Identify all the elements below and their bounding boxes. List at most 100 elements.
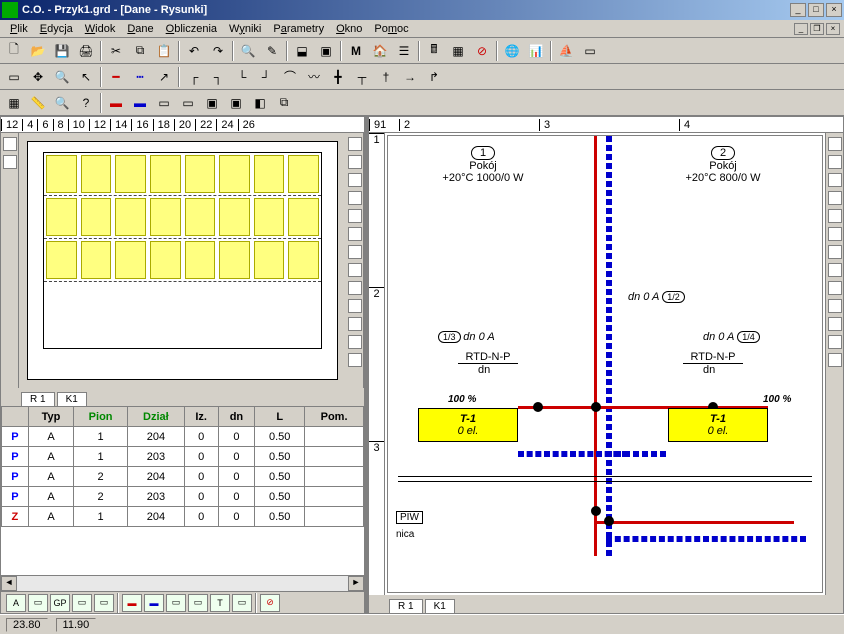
pair6-icon[interactable]: ▣ <box>225 92 247 114</box>
draw-area[interactable]: 123 1 Pokój +20°C 1000/0 W 2 Pokój +20°C… <box>369 133 843 595</box>
find-icon[interactable]: M <box>345 40 367 62</box>
bb2[interactable]: ▭ <box>28 594 48 612</box>
pipe-bottom-red[interactable] <box>594 521 794 524</box>
pair1-icon[interactable]: ▬ <box>105 92 127 114</box>
zoom-icon[interactable]: 🔍 <box>237 40 259 62</box>
bb6[interactable]: ▬ <box>122 594 142 612</box>
line-red-icon[interactable]: ━ <box>105 66 127 88</box>
tool-b[interactable]: ▣ <box>315 40 337 62</box>
radiator-1[interactable]: T-10 el. <box>418 408 518 442</box>
help-icon[interactable]: ? <box>75 92 97 114</box>
vr12[interactable] <box>348 335 362 349</box>
paste-icon[interactable]: 📋 <box>153 40 175 62</box>
vtool-2[interactable] <box>3 155 17 169</box>
dvr11[interactable] <box>828 317 842 331</box>
dvr1[interactable] <box>828 137 842 151</box>
open-icon[interactable]: 📂 <box>27 40 49 62</box>
menu-okno[interactable]: Okno <box>330 22 368 36</box>
zoomfit-icon[interactable]: 🔍 <box>51 92 73 114</box>
table-scrollbar[interactable]: ◄► <box>1 575 364 591</box>
list-icon[interactable]: ☰ <box>393 40 415 62</box>
elbow4-icon[interactable]: ┘ <box>255 66 277 88</box>
ship-icon[interactable]: ⛵ <box>555 40 577 62</box>
branch-icon[interactable]: ↱ <box>423 66 445 88</box>
table-row[interactable]: PA2203000.50 <box>2 487 364 507</box>
line-blue-icon[interactable]: ┅ <box>129 66 151 88</box>
vr2[interactable] <box>348 155 362 169</box>
elbow3-icon[interactable]: └ <box>231 66 253 88</box>
dvr7[interactable] <box>828 245 842 259</box>
pointer-icon[interactable]: ↖ <box>75 66 97 88</box>
cross-icon[interactable]: † <box>375 66 397 88</box>
dvr10[interactable] <box>828 299 842 313</box>
maximize-button[interactable]: □ <box>808 3 824 17</box>
tool-a[interactable]: ⬓ <box>291 40 313 62</box>
vr7[interactable] <box>348 245 362 259</box>
elbow1-icon[interactable]: ┌ <box>183 66 205 88</box>
calc-icon[interactable]: 🖩 <box>423 40 445 62</box>
table-row[interactable]: PA1204000.50 <box>2 427 364 447</box>
dvr4[interactable] <box>828 191 842 205</box>
menu-plik[interactable]: Plik <box>4 22 34 36</box>
vr13[interactable] <box>348 353 362 367</box>
node-bottom1[interactable] <box>591 506 601 516</box>
copy-icon[interactable]: ⧉ <box>129 40 151 62</box>
plan-icon[interactable]: ▭ <box>579 40 601 62</box>
move-icon[interactable]: ✥ <box>27 66 49 88</box>
minimize-button[interactable]: _ <box>790 3 806 17</box>
close-button[interactable]: × <box>826 3 842 17</box>
dvr9[interactable] <box>828 281 842 295</box>
stop-icon[interactable]: ⊘ <box>471 40 493 62</box>
elbow2-icon[interactable]: ┐ <box>207 66 229 88</box>
pipe-return-h2[interactable] <box>606 451 666 457</box>
ruler-icon[interactable]: 📏 <box>27 92 49 114</box>
pair7-icon[interactable]: ◧ <box>249 92 271 114</box>
undo-icon[interactable]: ↶ <box>183 40 205 62</box>
tab-k1[interactable]: K1 <box>57 392 87 406</box>
pipe-return-v[interactable] <box>606 136 612 556</box>
table-row[interactable]: PA1203000.50 <box>2 447 364 467</box>
bb1[interactable]: A <box>6 594 26 612</box>
vr4[interactable] <box>348 191 362 205</box>
pair2-icon[interactable]: ▬ <box>129 92 151 114</box>
tab-r1[interactable]: R 1 <box>21 392 55 406</box>
dvr3[interactable] <box>828 173 842 187</box>
node-mid[interactable] <box>591 402 601 412</box>
menu-wyniki[interactable]: Wyniki <box>223 22 267 36</box>
wave-icon[interactable]: 〰 <box>303 66 325 88</box>
chart-icon[interactable]: 📊 <box>525 40 547 62</box>
vtool-1[interactable] <box>3 137 17 151</box>
pair8-icon[interactable]: ⧉ <box>273 92 295 114</box>
menu-pomoc[interactable]: Pomoc <box>368 22 414 36</box>
bb10[interactable]: T <box>210 594 230 612</box>
dvr13[interactable] <box>828 353 842 367</box>
pair4-icon[interactable]: ▭ <box>177 92 199 114</box>
table-row[interactable]: PA2204000.50 <box>2 467 364 487</box>
draw-icon[interactable]: ✎ <box>261 40 283 62</box>
arrow-r-icon[interactable]: → <box>399 66 421 88</box>
menu-dane[interactable]: Dane <box>121 22 159 36</box>
print-icon[interactable]: 🖨 <box>75 40 97 62</box>
arc-icon[interactable]: ⌒ <box>279 66 301 88</box>
arrow-icon[interactable]: ↗ <box>153 66 175 88</box>
house-icon[interactable]: 🏠 <box>369 40 391 62</box>
menu-edycja[interactable]: Edycja <box>34 22 79 36</box>
bb5[interactable]: ▭ <box>94 594 114 612</box>
pipe-supply-v[interactable] <box>594 136 597 556</box>
vr11[interactable] <box>348 317 362 331</box>
vr10[interactable] <box>348 299 362 313</box>
bb3[interactable]: GP <box>50 594 70 612</box>
bb11[interactable]: ▭ <box>232 594 252 612</box>
node-left[interactable] <box>533 402 543 412</box>
grid-icon[interactable]: ▦ <box>3 92 25 114</box>
bb9[interactable]: ▭ <box>188 594 208 612</box>
vr9[interactable] <box>348 281 362 295</box>
new-icon[interactable]: 🗋 <box>3 40 25 62</box>
bb12[interactable]: ⊘ <box>260 594 280 612</box>
node-bottom2[interactable] <box>604 516 614 526</box>
table-row[interactable]: ZA1204000.50 <box>2 507 364 527</box>
bb7[interactable]: ▬ <box>144 594 164 612</box>
zoom2-icon[interactable]: 🔍 <box>51 66 73 88</box>
dvr8[interactable] <box>828 263 842 277</box>
table-icon[interactable]: ▦ <box>447 40 469 62</box>
